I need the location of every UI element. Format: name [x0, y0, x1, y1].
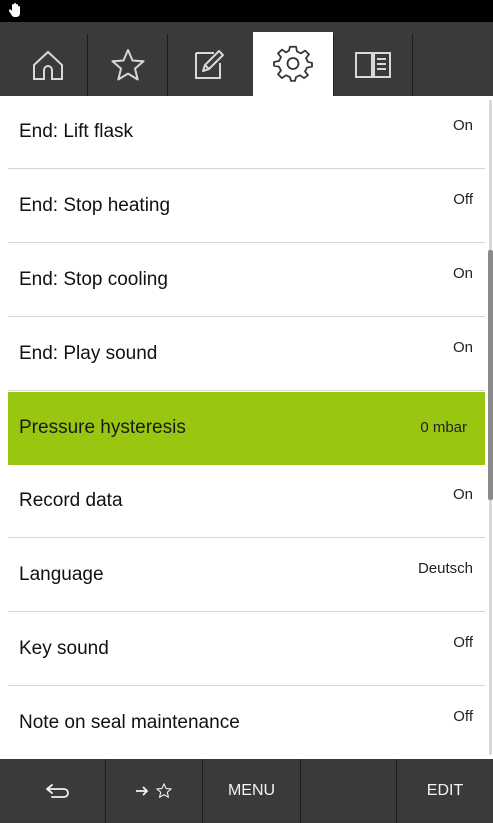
list-left-margin [0, 96, 8, 759]
empty-button[interactable] [301, 759, 397, 823]
setting-label: Record data [19, 490, 123, 511]
tab-settings[interactable] [253, 32, 333, 96]
setting-value: On [452, 486, 473, 503]
list-item[interactable]: Note on seal maintenance Off [8, 687, 485, 759]
list-item-selected[interactable]: Pressure hysteresis 0 mbar [8, 392, 485, 465]
list-item[interactable]: End: Lift flask On [8, 96, 485, 169]
book-icon [355, 52, 391, 78]
list-item[interactable]: End: Stop cooling On [8, 244, 485, 317]
star-icon [111, 49, 144, 81]
setting-value: Off [453, 708, 473, 725]
setting-label: Note on seal maintenance [19, 712, 240, 733]
setting-label: End: Stop heating [19, 195, 171, 216]
list-item[interactable]: End: Stop heating Off [8, 170, 485, 243]
setting-label: Language [19, 564, 104, 585]
tab-bar [0, 22, 493, 96]
add-favorite-button[interactable] [106, 759, 203, 823]
setting-label: End: Lift flask [19, 121, 134, 142]
setting-value: 0 mbar [420, 419, 467, 436]
settings-list: End: Lift flask On End: Stop heating Off… [8, 96, 485, 759]
menu-button-label: MENU [227, 782, 276, 799]
tab-edit[interactable] [168, 34, 248, 96]
menu-button[interactable]: MENU [203, 759, 301, 823]
edit-button[interactable]: EDIT [397, 759, 493, 823]
gear-icon [273, 45, 313, 82]
setting-value: Deutsch [417, 560, 473, 577]
list-item[interactable]: Record data On [8, 465, 485, 538]
scrollbar-thumb[interactable] [488, 250, 493, 500]
home-icon [32, 50, 63, 80]
arrow-star-icon [135, 782, 173, 800]
arrow-right-icon [136, 786, 149, 796]
tab-favorites[interactable] [88, 34, 168, 96]
setting-value: On [452, 117, 473, 134]
edit-icon [195, 50, 224, 79]
setting-label: End: Play sound [19, 343, 158, 364]
setting-label: Key sound [19, 638, 109, 659]
hand-icon [8, 3, 20, 17]
tab-home[interactable] [8, 34, 88, 96]
edit-button-label: EDIT [426, 782, 464, 799]
list-item[interactable]: Language Deutsch [8, 539, 485, 612]
setting-label: End: Stop cooling [19, 269, 168, 290]
star-outline-icon [156, 783, 172, 798]
setting-value: On [452, 339, 473, 356]
tab-manual[interactable] [333, 34, 413, 96]
setting-value: Off [453, 634, 473, 651]
back-button[interactable] [8, 759, 106, 823]
bottom-bar: MENU EDIT [0, 759, 493, 823]
back-arrow-icon [45, 784, 69, 798]
status-bar [0, 0, 493, 22]
setting-value: Off [453, 191, 473, 208]
setting-label: Pressure hysteresis [19, 417, 186, 438]
setting-value: On [452, 265, 473, 282]
list-item[interactable]: End: Play sound On [8, 318, 485, 391]
list-item[interactable]: Key sound Off [8, 613, 485, 686]
